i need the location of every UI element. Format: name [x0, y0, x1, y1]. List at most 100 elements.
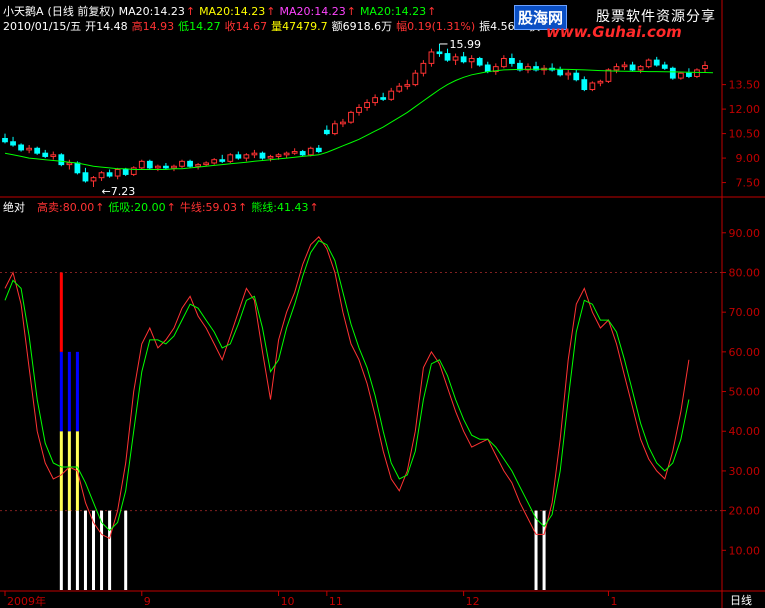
candle-body [66, 162, 73, 166]
period-label: (日线 前复权) [47, 5, 115, 18]
quote-item-4: 收14.67 [224, 20, 268, 33]
signal-bar [542, 510, 546, 590]
candle-body [187, 160, 193, 167]
candle-body [50, 154, 57, 157]
candle-body [340, 121, 346, 125]
candle-body [243, 154, 250, 159]
candle-body [629, 64, 636, 71]
candle-body [195, 164, 201, 167]
candle-body [669, 67, 676, 79]
candle-body [702, 65, 708, 70]
candle-body [259, 152, 266, 159]
candle-body [235, 154, 242, 159]
signal-bar [124, 510, 128, 590]
candle-body [412, 72, 419, 86]
candle-body [452, 56, 459, 61]
period-button[interactable]: 日线 [730, 593, 752, 607]
candle-body [122, 169, 129, 175]
signal-bar [67, 351, 71, 432]
quote-item-5: 量47479.7 [271, 20, 328, 33]
candle-body [444, 53, 451, 61]
candle-body [557, 69, 564, 76]
candle-body [307, 147, 314, 156]
osc-series-bear [4, 240, 690, 532]
osc-series-bull [4, 236, 690, 540]
quote-item-3: 低14.27 [178, 20, 221, 33]
candle-body [146, 160, 153, 169]
signal-bar [108, 510, 112, 590]
candle-body [323, 129, 330, 135]
indicator-item-2: 牛线:59.03 [179, 201, 238, 214]
signal-bar [67, 431, 71, 511]
candle-body [460, 56, 467, 63]
candle-body [171, 165, 177, 169]
osc-tick-label: 70.00 [729, 306, 761, 319]
ma-item-1: MA20:14.23 [199, 5, 266, 18]
candle-body [573, 72, 580, 81]
candle-body [613, 66, 620, 71]
candle-body [621, 64, 628, 68]
osc-tick-label: 80.00 [729, 266, 761, 279]
candle-body [251, 152, 258, 156]
candle-body [686, 72, 692, 77]
osc-tick-label: 90.00 [729, 227, 761, 240]
candle-body [581, 79, 588, 91]
osc-tick-label: 50.00 [729, 386, 761, 399]
quote-item-6: 额6918.6万 [331, 20, 393, 33]
quote-line: 2010/01/15/五 开14.48 高14.93 低14.27 收14.67 量474… [3, 18, 551, 34]
x-tick-label: 10 [281, 595, 295, 608]
quote-item-7: 幅0.19(1.31%) [396, 20, 476, 33]
indicator-item-arrow-icon-0: ↑ [95, 201, 105, 214]
candle-body [468, 57, 475, 63]
candle-body [291, 151, 298, 154]
ma-item-arrow-icon-1: ↑ [266, 5, 276, 18]
ma-item-arrow-icon-0: ↑ [185, 5, 196, 18]
candle-body [315, 147, 322, 153]
ma20-line [4, 68, 714, 170]
indicator-name: 绝对 [3, 201, 25, 214]
candle-body [653, 59, 660, 66]
indicator-header: 绝对 高卖:80.00↑ 低吸:20.00↑ 牛线:59.03↑ 熊线:41.43↑ [3, 199, 327, 215]
chart-window: 7.50 9.00 10.50 12.00 13.50 10.00 20.00 30.00 40… [0, 0, 765, 608]
signal-bar [59, 351, 63, 432]
candle-body [106, 172, 113, 177]
indicator-item-arrow-icon-3: ↑ [309, 201, 319, 214]
price-tick-label: 7.50 [736, 177, 761, 190]
candle-body [331, 123, 338, 135]
watermark-url: www.Guhai.com [546, 23, 682, 41]
candle-body [138, 160, 145, 169]
x-tick-label: 9 [144, 595, 151, 608]
signal-bar [75, 351, 79, 432]
osc-tick-label: 60.00 [729, 346, 761, 359]
ma-item-2: MA20:14.23 [279, 5, 346, 18]
signal-bar [59, 272, 63, 352]
candle-body [509, 57, 515, 64]
candle-body [476, 57, 483, 66]
osc-tick-label: 40.00 [729, 425, 761, 438]
ma-items: MA20:14.23↑ MA20:14.23↑ MA20:14.23↑ MA20:14… [119, 5, 441, 18]
candle-body [179, 160, 185, 167]
x-tick-label: 11 [329, 595, 343, 608]
signal-bar [534, 510, 538, 590]
candle-body [605, 69, 612, 82]
ma-item-0: MA20:14.23 [118, 5, 185, 18]
stock-name: 小天鹅A [3, 5, 44, 18]
candle-body [82, 172, 89, 182]
price-tick-label: 9.00 [736, 152, 761, 165]
candle-body [203, 162, 210, 166]
candle-body [500, 57, 507, 68]
candle-body [436, 51, 443, 55]
candle-body [356, 106, 362, 113]
signal-bar [67, 510, 71, 590]
quote-item-2: 高14.93 [131, 20, 175, 33]
indicator-item-1: 低吸:20.00 [108, 201, 166, 214]
indicator-item-0: 高卖:80.00 [37, 201, 95, 214]
price-tick-label: 13.50 [729, 79, 761, 92]
candle-body [420, 62, 427, 74]
candle-body [58, 154, 65, 166]
candle-body [90, 177, 97, 182]
candle-body [283, 152, 290, 156]
candle-body [74, 162, 81, 174]
candle-body [565, 72, 572, 76]
candle-body [267, 155, 274, 159]
